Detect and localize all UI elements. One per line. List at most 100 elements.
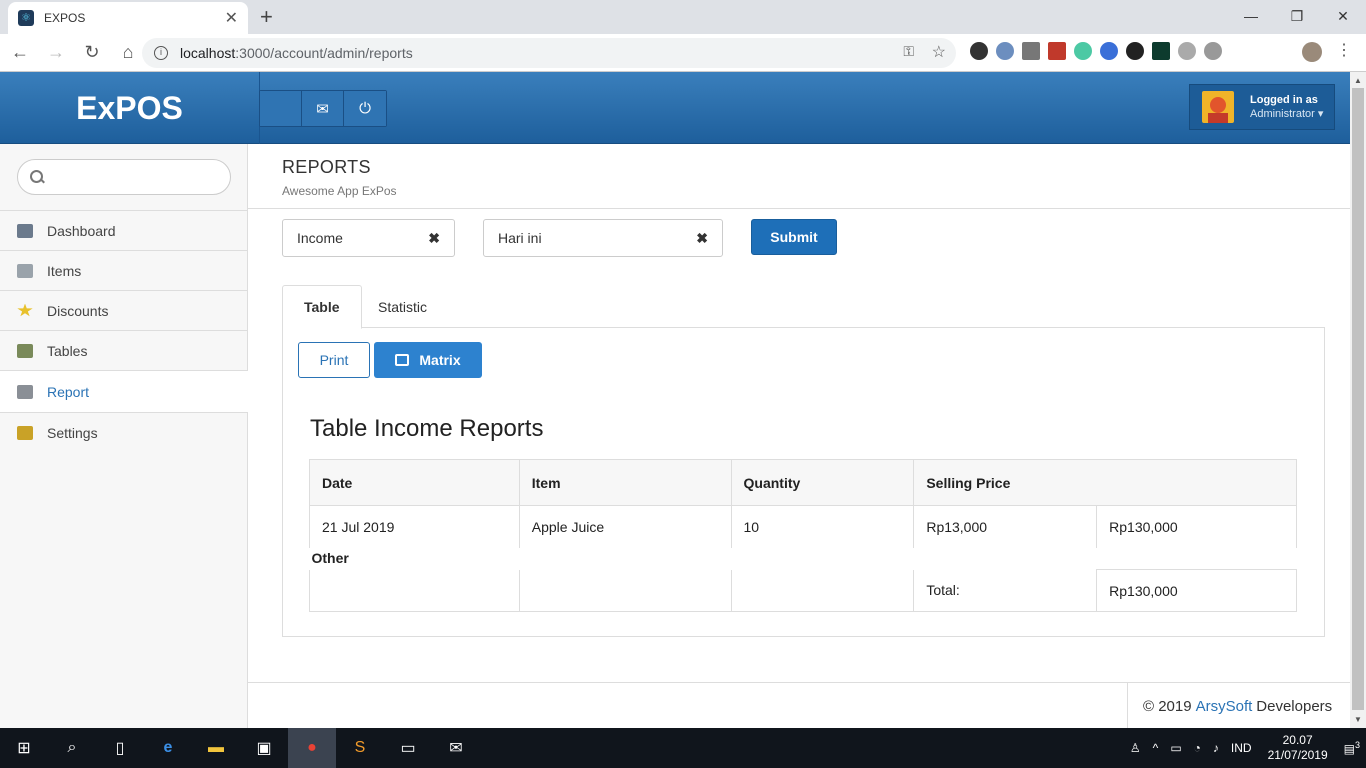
print-button[interactable]: Print <box>298 342 370 378</box>
tab-table[interactable]: Table <box>282 285 362 329</box>
close-window-button[interactable]: ✕ <box>1320 0 1366 32</box>
header-blank-button[interactable] <box>260 91 302 126</box>
task-view-icon[interactable]: ▯ <box>96 728 144 768</box>
site-info-icon[interactable]: i <box>154 46 168 60</box>
clock-time: 20.07 <box>1282 733 1313 747</box>
chrome-icon[interactable]: ● <box>288 728 336 768</box>
page-header: REPORTS Awesome App ExPos <box>248 144 1350 209</box>
extension-icon[interactable] <box>1126 42 1144 60</box>
sidebar-item-label: Settings <box>47 425 98 441</box>
restore-button[interactable]: ❐ <box>1274 0 1320 32</box>
sidebar-item-label: Tables <box>47 342 88 359</box>
total-label: Total: <box>913 569 1098 612</box>
sidebar-item-items[interactable]: Items <box>0 251 248 291</box>
cell-quantity: 10 <box>730 505 915 548</box>
scroll-up-icon[interactable]: ▲ <box>1354 76 1362 85</box>
extension-icon[interactable] <box>1204 42 1222 60</box>
empty-cell <box>518 569 732 612</box>
copyright: © 2019 ArsySoft Developers <box>1127 683 1350 729</box>
column-header-date: Date <box>309 459 520 506</box>
forward-arrow-icon[interactable]: → <box>40 42 72 63</box>
extension-icon[interactable] <box>1178 42 1196 60</box>
page-title: REPORTS <box>282 157 371 177</box>
back-arrow-icon[interactable]: ← <box>4 42 36 63</box>
page-scrollbar[interactable]: ▲ ▼ <box>1350 72 1366 728</box>
column-header-item: Item <box>518 459 732 506</box>
picture-icon <box>17 343 33 358</box>
extension-icon[interactable] <box>1048 42 1066 60</box>
search-input[interactable] <box>54 169 224 185</box>
scrollbar-thumb[interactable] <box>1352 88 1364 710</box>
sidebar-item-tables[interactable]: Tables <box>0 331 248 371</box>
extension-icon[interactable] <box>1022 42 1040 60</box>
tray-expand-icon[interactable]: ^ <box>1153 741 1159 755</box>
key-icon[interactable]: ⚿ <box>903 43 914 60</box>
extensions-bar <box>970 42 1222 60</box>
copyright-year: © 2019 <box>1143 697 1192 715</box>
scroll-down-icon[interactable]: ▼ <box>1354 715 1362 724</box>
bookmark-star-icon[interactable]: ☆ <box>932 42 946 62</box>
battery-icon[interactable]: ▭ <box>1170 741 1181 755</box>
terminal-icon[interactable]: ▭ <box>384 728 432 768</box>
period-select[interactable]: Hari ini ✖ <box>483 219 723 257</box>
cell-price: Rp13,000 <box>913 505 1098 548</box>
sidebar-item-label: Report <box>47 383 90 400</box>
extension-icon[interactable] <box>1100 42 1118 60</box>
profile-avatar-icon[interactable] <box>1302 42 1322 62</box>
tab-statistic[interactable]: Statistic <box>357 285 448 328</box>
sidebar-item-discounts[interactable]: Discounts <box>0 291 248 331</box>
copyright-suffix: Developers <box>1256 697 1333 715</box>
file-explorer-icon[interactable]: ▬ <box>192 728 240 768</box>
user-role: Administrator ▾ <box>1250 108 1324 120</box>
extension-icon[interactable] <box>996 42 1014 60</box>
volume-icon[interactable]: ♪ <box>1213 741 1219 755</box>
submit-button[interactable]: Submit <box>751 219 837 255</box>
main-content: REPORTS Awesome App ExPos Income ✖ Hari … <box>248 144 1350 729</box>
income-report-table: Date Item Quantity Selling Price 21 Jul … <box>309 459 1297 612</box>
tab-close-icon[interactable]: ✕ <box>225 8 238 28</box>
store-icon[interactable]: ▣ <box>240 728 288 768</box>
notification-center-icon[interactable]: ▤3 <box>1344 740 1360 756</box>
app-logo[interactable]: ExPOS <box>0 72 260 144</box>
matrix-button-label: Matrix <box>419 352 461 368</box>
windows-start-icon[interactable]: ⊞ <box>0 728 48 768</box>
language-indicator[interactable]: IND <box>1231 741 1252 755</box>
new-tab-button[interactable]: + <box>260 4 273 30</box>
empty-cell <box>309 569 520 612</box>
extension-icon[interactable] <box>1074 42 1092 60</box>
report-title: Table Income Reports <box>310 415 544 442</box>
matrix-button[interactable]: Matrix <box>374 342 482 378</box>
extension-icon[interactable] <box>970 42 988 60</box>
clear-type-icon[interactable]: ✖ <box>428 230 440 247</box>
address-bar[interactable]: i localhost:3000/account/admin/reports ⚿… <box>142 38 956 68</box>
sidebar-item-report[interactable]: Report <box>0 371 248 413</box>
browser-tab[interactable]: ⚛ EXPOS ✕ <box>8 2 248 34</box>
reload-icon[interactable]: ↻ <box>76 42 108 63</box>
menu-kebab-icon[interactable]: ⋮ <box>1336 40 1352 60</box>
clear-period-icon[interactable]: ✖ <box>696 230 708 247</box>
report-icon <box>17 384 33 399</box>
table-row: 21 Jul 2019 Apple Juice 10 Rp13,000 Rp13… <box>309 505 1297 548</box>
wifi-icon[interactable]: ◔ <box>1194 741 1201 755</box>
home-icon[interactable]: ⌂ <box>112 42 144 63</box>
edge-icon[interactable]: e <box>144 728 192 768</box>
user-menu[interactable]: Logged in as Administrator ▾ <box>1189 84 1335 130</box>
sidebar-search[interactable] <box>17 159 231 195</box>
report-type-select[interactable]: Income ✖ <box>282 219 455 257</box>
mail-icon[interactable]: ✉ <box>432 728 480 768</box>
envelope-icon[interactable]: ✉ <box>302 91 344 126</box>
clock[interactable]: 20.07 21/07/2019 <box>1268 733 1328 763</box>
browser-tabbar: ⚛ EXPOS ✕ + — ❐ ✕ <box>0 0 1366 34</box>
search-icon[interactable]: ⌕ <box>48 728 96 768</box>
system-tray: ♙ ^ ▭ ◔ ♪ IND 20.07 21/07/2019 ▤3 <box>1124 728 1366 768</box>
people-icon[interactable]: ♙ <box>1130 741 1141 755</box>
sidebar-item-dashboard[interactable]: Dashboard <box>0 211 248 251</box>
company-link[interactable]: ArsySoft <box>1196 698 1253 715</box>
extension-icon[interactable] <box>1152 42 1170 60</box>
empty-cell <box>730 569 915 612</box>
power-icon[interactable]: ⏻ <box>344 91 386 126</box>
report-tabs: Table Statistic <box>282 285 1325 329</box>
sublime-icon[interactable]: S <box>336 728 384 768</box>
sidebar-item-settings[interactable]: Settings <box>0 413 248 453</box>
minimize-button[interactable]: — <box>1228 0 1274 32</box>
